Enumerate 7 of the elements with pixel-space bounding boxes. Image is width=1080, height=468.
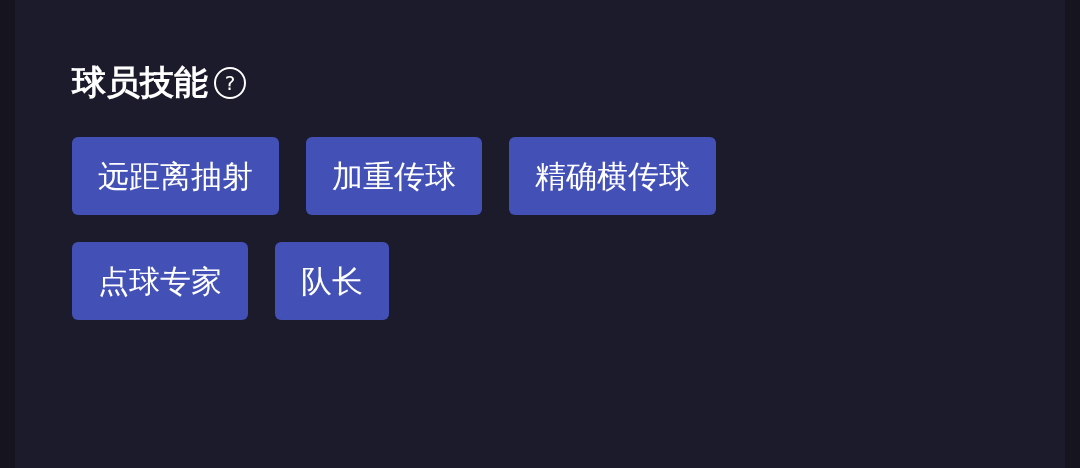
- skill-tag: 精确横传球: [509, 137, 716, 216]
- skill-tag: 加重传球: [306, 137, 482, 216]
- skill-tag: 队长: [275, 242, 389, 321]
- section-title: 球员技能: [72, 64, 208, 102]
- help-icon[interactable]: ?: [214, 66, 246, 99]
- skill-tag: 点球专家: [72, 242, 248, 321]
- skill-tag: 远距离抽射: [72, 137, 279, 216]
